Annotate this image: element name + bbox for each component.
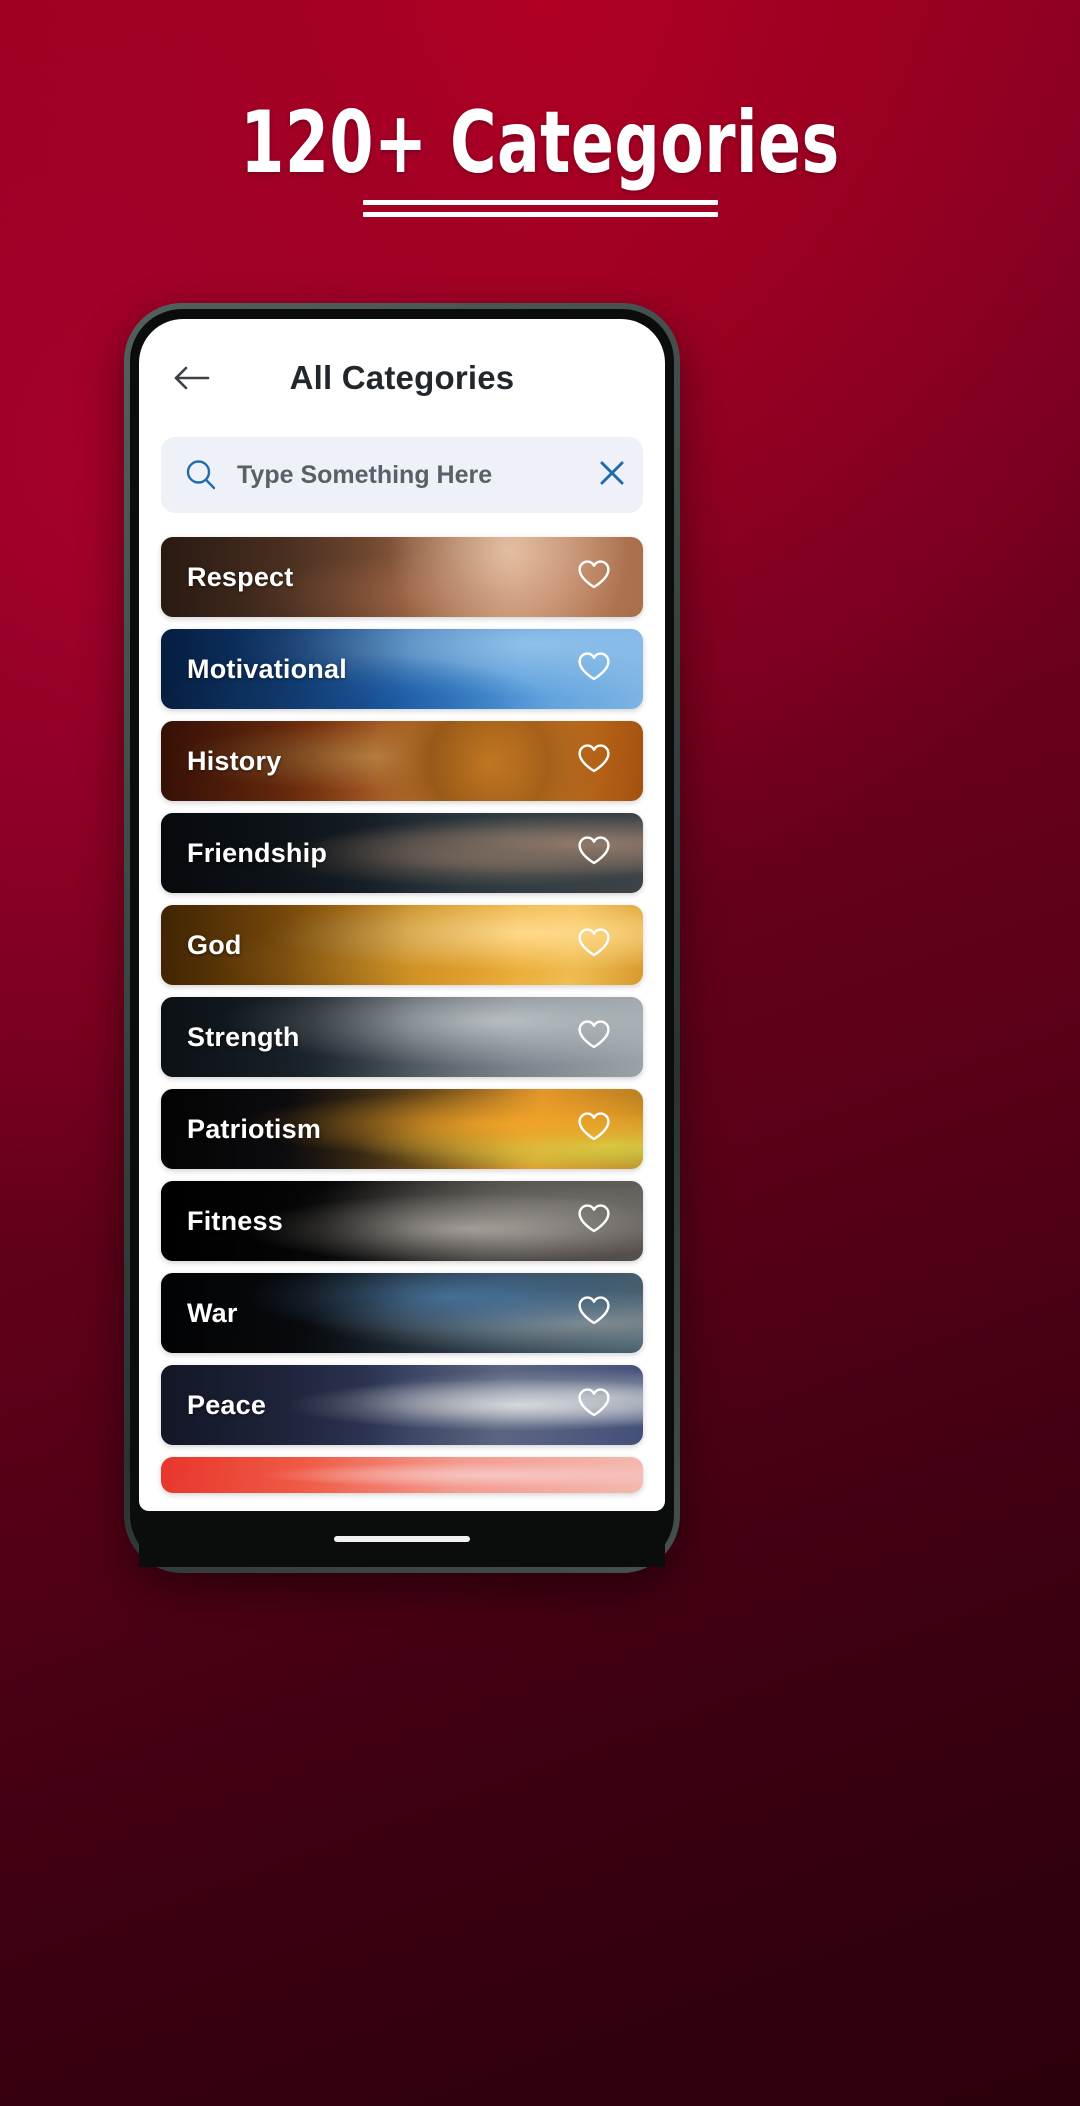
heart-outline-icon bbox=[577, 651, 611, 687]
category-card-peace[interactable]: Peace bbox=[161, 1365, 643, 1445]
clear-search-button[interactable] bbox=[590, 453, 634, 497]
category-card-strength[interactable]: Strength bbox=[161, 997, 643, 1077]
phone-bezel: All Categories Type Something Here Respe… bbox=[130, 309, 674, 1567]
category-card-war[interactable]: War bbox=[161, 1273, 643, 1353]
favorite-button[interactable] bbox=[571, 830, 617, 876]
category-label: Friendship bbox=[187, 837, 328, 868]
category-card-respect[interactable]: Respect bbox=[161, 537, 643, 617]
search-bar[interactable] bbox=[161, 437, 643, 513]
category-label: Strength bbox=[187, 1021, 300, 1052]
category-card-partial[interactable] bbox=[161, 1457, 643, 1493]
system-nav-bar bbox=[139, 1511, 665, 1567]
arrow-left-icon bbox=[172, 364, 210, 392]
promo-headline: 120+ Categories bbox=[240, 93, 840, 193]
promo-underline-top bbox=[362, 200, 718, 205]
category-label: Peace bbox=[187, 1389, 267, 1420]
category-label: Respect bbox=[187, 561, 294, 592]
heart-outline-icon bbox=[577, 927, 611, 963]
category-card-history[interactable]: History bbox=[161, 721, 643, 801]
app-header: All Categories bbox=[139, 319, 665, 437]
favorite-button[interactable] bbox=[571, 554, 617, 600]
favorite-button[interactable] bbox=[571, 922, 617, 968]
category-label: Fitness bbox=[187, 1205, 283, 1236]
heart-outline-icon bbox=[577, 1387, 611, 1423]
heart-outline-icon bbox=[577, 1019, 611, 1055]
favorite-button[interactable] bbox=[571, 1382, 617, 1428]
category-card-fitness[interactable]: Fitness bbox=[161, 1181, 643, 1261]
favorite-button[interactable] bbox=[571, 1106, 617, 1152]
close-icon bbox=[596, 457, 628, 494]
category-label: Patriotism bbox=[187, 1113, 322, 1144]
category-artwork bbox=[161, 1457, 643, 1493]
favorite-button[interactable] bbox=[571, 738, 617, 784]
heart-outline-icon bbox=[577, 835, 611, 871]
search-input[interactable] bbox=[237, 460, 572, 490]
favorite-button[interactable] bbox=[571, 1014, 617, 1060]
heart-outline-icon bbox=[577, 559, 611, 595]
home-indicator[interactable] bbox=[334, 1536, 470, 1542]
heart-outline-icon bbox=[577, 1203, 611, 1239]
promo-underline-bottom bbox=[362, 212, 718, 217]
category-card-friendship[interactable]: Friendship bbox=[161, 813, 643, 893]
phone-screen: All Categories Type Something Here Respe… bbox=[139, 319, 665, 1511]
favorite-button[interactable] bbox=[571, 1198, 617, 1244]
category-card-god[interactable]: God bbox=[161, 905, 643, 985]
heart-outline-icon bbox=[577, 1295, 611, 1331]
page-title: All Categories bbox=[289, 359, 515, 396]
promo-underline bbox=[362, 200, 718, 217]
favorite-button[interactable] bbox=[571, 1290, 617, 1336]
heart-outline-icon bbox=[577, 743, 611, 779]
category-label: God bbox=[187, 929, 242, 960]
category-label: History bbox=[187, 745, 282, 776]
phone-mockup: All Categories Type Something Here Respe… bbox=[124, 303, 680, 1573]
category-label: Motivational bbox=[187, 653, 347, 684]
back-button[interactable] bbox=[165, 352, 217, 404]
category-card-patriotism[interactable]: Patriotism bbox=[161, 1089, 643, 1169]
search-section bbox=[139, 437, 665, 513]
heart-outline-icon bbox=[577, 1111, 611, 1147]
category-card-motivational[interactable]: Motivational bbox=[161, 629, 643, 709]
favorite-button[interactable] bbox=[571, 646, 617, 692]
search-icon[interactable] bbox=[183, 457, 219, 493]
category-list[interactable]: Respect Motivational History Friendship … bbox=[139, 513, 665, 1511]
promo-banner: 120+ Categories bbox=[0, 100, 1080, 217]
category-label: War bbox=[187, 1297, 238, 1328]
